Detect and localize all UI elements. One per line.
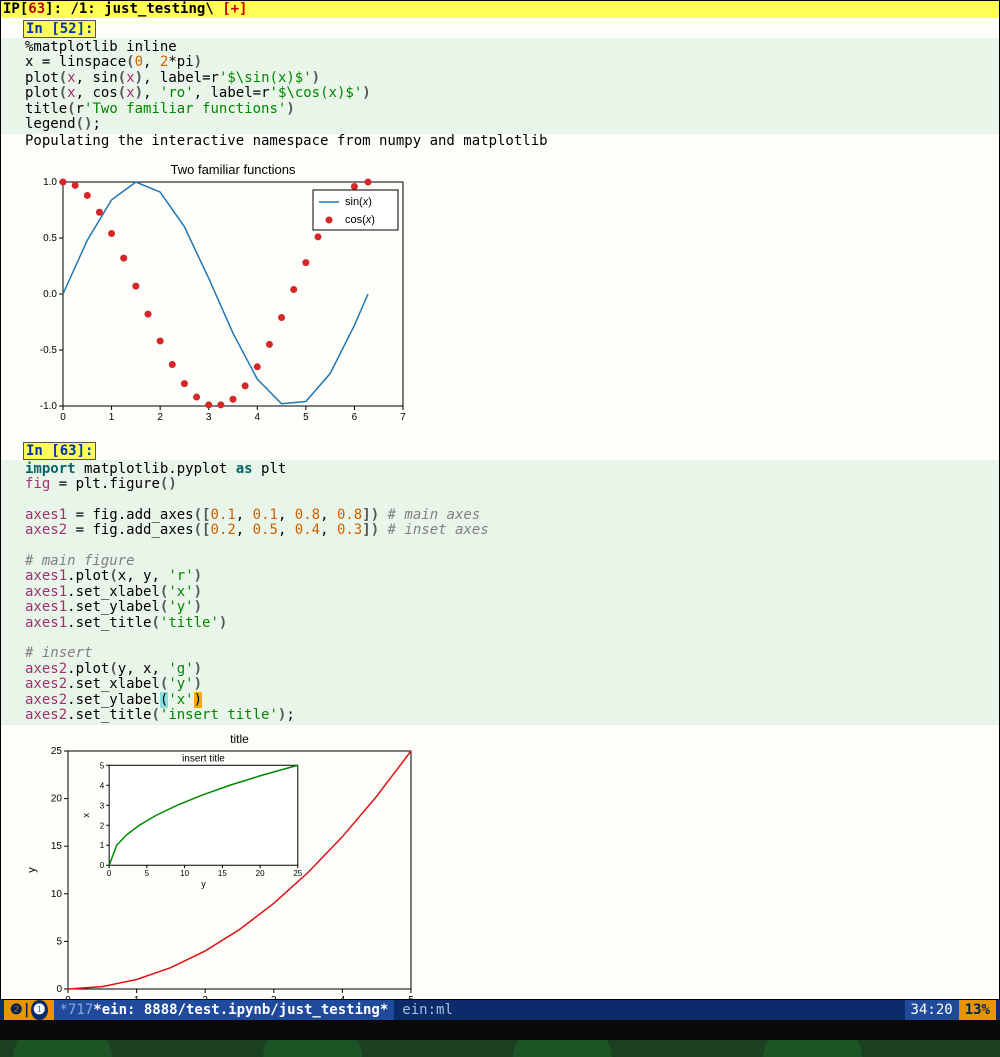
title-mid: ]: /1:: [45, 1, 104, 17]
svg-text:y: y: [26, 867, 38, 873]
title-counter: 63: [28, 1, 45, 17]
title-name: just_testing\: [104, 1, 222, 17]
status-cursor-pos: 34:20: [905, 1000, 959, 1020]
svg-text:5: 5: [145, 870, 150, 879]
svg-text:25: 25: [293, 870, 302, 879]
svg-text:5: 5: [56, 937, 62, 948]
svg-text:y: y: [201, 880, 206, 890]
svg-text:0: 0: [60, 412, 66, 423]
svg-text:x: x: [81, 813, 91, 818]
code-input[interactable]: import matplotlib.pyplot as plt fig = pl…: [1, 460, 999, 726]
plot-output-2: 0123450510152025titlexy0510152025012345i…: [23, 731, 999, 1025]
text-cursor: ): [194, 692, 202, 708]
title-prefix: IP[: [3, 1, 28, 17]
svg-text:0: 0: [107, 870, 112, 879]
chart-two-familiar-functions: 0 1 2 3 4 5 6 7 -1.0 -0.5 0.0 0.5 1.0 Two familiar fu…: [23, 160, 413, 428]
title-modified-icon: [+]: [222, 1, 247, 17]
svg-text:-0.5: -0.5: [40, 345, 58, 356]
svg-text:1.0: 1.0: [43, 177, 57, 188]
chart-title-inset: 0123450510152025titlexy0510152025012345i…: [23, 731, 423, 1021]
svg-text:20: 20: [256, 870, 265, 879]
svg-text:10: 10: [180, 870, 189, 879]
cell-stdout: Populating the interactive namespace fro…: [1, 134, 999, 153]
svg-text:Two familiar functions: Two familiar functions: [171, 162, 296, 177]
svg-text:6: 6: [352, 412, 358, 423]
svg-text:7: 7: [400, 412, 406, 423]
status-bar: ❷|❶ * 717 *ein: 8888/test.ipynb/just_tes…: [0, 1000, 1000, 1020]
status-buffer-name: * 717 *ein: 8888/test.ipynb/just_testing…: [54, 1000, 395, 1020]
svg-text:15: 15: [218, 870, 227, 879]
svg-text:4: 4: [100, 782, 105, 791]
svg-text:-1.0: -1.0: [40, 401, 58, 412]
svg-text:insert title: insert title: [182, 754, 225, 765]
svg-text:0: 0: [56, 984, 62, 995]
status-workspace-icon: ❷|❶: [4, 1000, 54, 1020]
svg-text:0: 0: [100, 862, 105, 871]
svg-text:3: 3: [100, 802, 105, 811]
svg-text:3: 3: [206, 412, 212, 423]
svg-text:20: 20: [51, 794, 63, 805]
svg-text:25: 25: [51, 746, 63, 757]
svg-text:1: 1: [100, 842, 105, 851]
svg-text:2: 2: [100, 822, 105, 831]
minibuffer[interactable]: [0, 1020, 1000, 1040]
cell-prompt: In [63]:: [23, 442, 96, 460]
cell-prompt: In [52]:: [23, 20, 96, 38]
svg-text:2: 2: [157, 412, 163, 423]
editor-window[interactable]: IP[63]: /1: just_testing\ [+] In [52]: %…: [0, 0, 1000, 1000]
svg-text:5: 5: [303, 412, 309, 423]
svg-text:5: 5: [100, 762, 105, 771]
svg-text:cos(x): cos(x): [345, 214, 375, 226]
svg-text:1: 1: [109, 412, 115, 423]
status-mode: ein:ml: [394, 1000, 461, 1020]
title-bar: IP[63]: /1: just_testing\ [+]: [1, 1, 999, 18]
cell-63[interactable]: In [63]: import matplotlib.pyplot as plt…: [1, 440, 999, 1026]
svg-text:15: 15: [51, 842, 63, 853]
status-scroll-percent: 13%: [959, 1000, 996, 1020]
svg-text:0.5: 0.5: [43, 233, 57, 244]
plot-output-1: 0 1 2 3 4 5 6 7 -1.0 -0.5 0.0 0.5 1.0 Two familiar fu…: [23, 160, 999, 432]
cell-52[interactable]: In [52]: %matplotlib inline x = linspace…: [1, 18, 999, 432]
svg-text:4: 4: [255, 412, 261, 423]
svg-text:0.0: 0.0: [43, 289, 57, 300]
svg-text:10: 10: [51, 889, 63, 900]
svg-text:title: title: [230, 732, 249, 746]
code-input[interactable]: %matplotlib inline x = linspace(0, 2*pi)…: [1, 38, 999, 134]
svg-text:sin(x): sin(x): [345, 196, 372, 208]
